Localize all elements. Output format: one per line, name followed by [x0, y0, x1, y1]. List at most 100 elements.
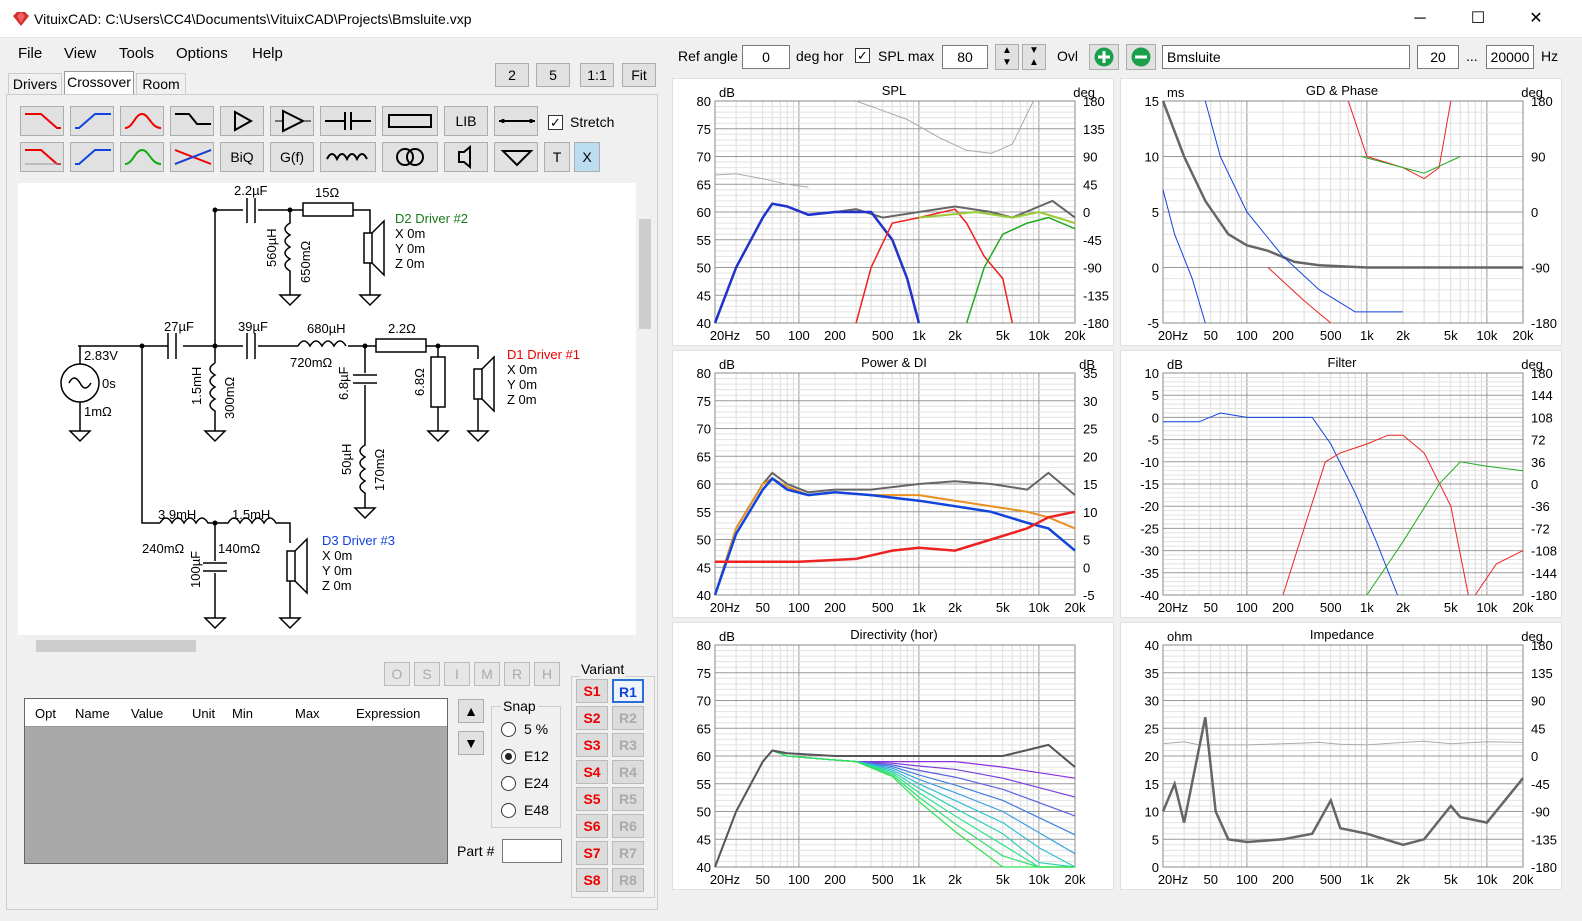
snap-e24-radio[interactable]	[501, 776, 516, 791]
schematic-canvas[interactable]: 2.2µF 15Ω 560µH 650mΩ D2 Driver #2 X 0m …	[18, 183, 636, 635]
variant-r1-button[interactable]: R1	[612, 679, 644, 703]
col-max[interactable]: Max	[295, 706, 320, 721]
highpass-1-button[interactable]	[70, 106, 114, 136]
highpass-2-button[interactable]	[70, 142, 114, 172]
spl-updown-button[interactable]: ▲ ▼	[995, 44, 1019, 70]
spl-max-input[interactable]: 80	[942, 45, 988, 69]
variant-r6-button[interactable]: R6	[612, 814, 644, 838]
resistor-button[interactable]	[382, 106, 438, 136]
bandpass-1-button[interactable]	[120, 106, 164, 136]
overlay-name-input[interactable]: Bmsluite	[1162, 45, 1410, 69]
spl-max-checkbox[interactable]: ✓	[855, 48, 870, 63]
col-min[interactable]: Min	[232, 706, 253, 721]
menu-options[interactable]: Options	[176, 45, 228, 62]
mode-h-button[interactable]: H	[534, 662, 560, 686]
menu-file[interactable]: File	[18, 45, 42, 62]
variant-s1-button[interactable]: S1	[576, 679, 608, 703]
freq-max-input[interactable]: 20000	[1486, 45, 1534, 69]
spl-limit-button[interactable]: ▼ ▲	[1022, 44, 1046, 70]
buffer-button[interactable]	[220, 106, 264, 136]
horizontal-scrollbar[interactable]	[18, 637, 636, 655]
inductor-button[interactable]	[320, 142, 376, 172]
shelf-button[interactable]	[170, 106, 214, 136]
chart-gd[interactable]: GD & Phase ms deg 15 10 5 0 -5 180 90 0 -90 -180 20Hz…	[1120, 78, 1562, 346]
mode-r-button[interactable]: R	[504, 662, 530, 686]
biquad-button[interactable]: BiQ	[220, 142, 264, 172]
variant-r7-button[interactable]: R7	[612, 841, 644, 865]
move-down-button[interactable]: ▼	[458, 731, 484, 755]
mode-s-button[interactable]: S	[414, 662, 440, 686]
tab-room[interactable]: Room	[136, 73, 186, 95]
text-button[interactable]: T	[544, 142, 570, 172]
lowpass-1-button[interactable]	[20, 106, 64, 136]
part-number-input[interactable]	[502, 839, 562, 863]
snap-e48-radio[interactable]	[501, 803, 516, 818]
opamp-button[interactable]	[270, 106, 314, 136]
mode-o-button[interactable]: O	[384, 662, 410, 686]
cross-button[interactable]: X	[574, 142, 600, 172]
variant-r5-button[interactable]: R5	[612, 787, 644, 811]
col-name[interactable]: Name	[75, 706, 110, 721]
chart-spl[interactable]: SPL dB deg 80 75 70 65 60 55 50 45 40 180 135 90 45 0 -45…	[672, 78, 1114, 346]
parameter-table[interactable]: Opt Name Value Unit Min Max Expression	[24, 698, 448, 864]
close-button[interactable]: ✕	[1526, 10, 1546, 28]
bandpass-2-button[interactable]	[120, 142, 164, 172]
col-value[interactable]: Value	[131, 706, 163, 721]
imp-rtick: 90	[1531, 694, 1545, 709]
zoom-1to1-button[interactable]: 1:1	[580, 63, 614, 87]
mode-i-button[interactable]: I	[444, 662, 470, 686]
chart-filter[interactable]: Filter dB deg 10 5 0 -5 -10 -15 -20 -25 -30 -35 -40 18…	[1120, 350, 1562, 618]
variant-s7-button[interactable]: S7	[576, 841, 608, 865]
variant-s5-button[interactable]: S5	[576, 787, 608, 811]
maximize-button[interactable]: ☐	[1468, 10, 1488, 28]
move-up-button[interactable]: ▲	[458, 699, 484, 723]
chart-dir[interactable]: Directivity (hor) dB 80 75 70 65 60 55 50 45 40 20H…	[672, 622, 1114, 890]
zoom-5-button[interactable]: 5	[536, 63, 570, 87]
col-expression[interactable]: Expression	[356, 706, 420, 721]
lowpass-2-button[interactable]	[20, 142, 64, 172]
label-r720: 720mΩ	[290, 355, 333, 370]
variant-s8-button[interactable]: S8	[576, 868, 608, 892]
tab-drivers[interactable]: Drivers	[8, 73, 62, 95]
stretch-checkbox[interactable]: ✓	[548, 115, 563, 130]
chart-imp[interactable]: Impedance ohm deg 40 35 30 25 20 15 10 5 0 180 135 90 4…	[1120, 622, 1562, 890]
gf-button[interactable]: G(f)	[270, 142, 314, 172]
spl-ytick: 65	[697, 177, 711, 192]
tab-crossover[interactable]: Crossover	[64, 71, 134, 95]
menu-help[interactable]: Help	[252, 45, 283, 62]
variant-s2-button[interactable]: S2	[576, 706, 608, 730]
menu-tools[interactable]: Tools	[119, 45, 154, 62]
snap-5pct-radio[interactable]	[501, 722, 516, 737]
zoom-2-button[interactable]: 2	[495, 63, 529, 87]
variant-r2-button[interactable]: R2	[612, 706, 644, 730]
variant-r3-button[interactable]: R3	[612, 733, 644, 757]
menu-view[interactable]: View	[64, 45, 96, 62]
remove-overlay-button[interactable]	[1126, 44, 1156, 70]
ground-button[interactable]	[494, 142, 538, 172]
variant-r8-button[interactable]: R8	[612, 868, 644, 892]
variant-s3-button[interactable]: S3	[576, 733, 608, 757]
library-button[interactable]: LIB	[444, 106, 488, 136]
zoom-fit-button[interactable]: Fit	[622, 63, 656, 87]
horizontal-scroll-thumb[interactable]	[36, 640, 196, 652]
col-opt[interactable]: Opt	[35, 706, 56, 721]
spl-ytick: 55	[697, 233, 711, 248]
minimize-button[interactable]: ─	[1410, 10, 1430, 28]
variant-r4-button[interactable]: R4	[612, 760, 644, 784]
wire-button[interactable]	[494, 106, 538, 136]
notch-button[interactable]	[170, 142, 214, 172]
snap-e12-radio[interactable]	[501, 749, 516, 764]
vertical-scroll-thumb[interactable]	[639, 219, 651, 329]
capacitor-button[interactable]	[320, 106, 376, 136]
variant-s6-button[interactable]: S6	[576, 814, 608, 838]
col-unit[interactable]: Unit	[192, 706, 215, 721]
transformer-button[interactable]	[382, 142, 438, 172]
mode-m-button[interactable]: M	[474, 662, 500, 686]
vertical-scrollbar[interactable]	[636, 183, 654, 635]
speaker-button[interactable]	[444, 142, 488, 172]
ref-angle-input[interactable]: 0	[742, 45, 790, 69]
freq-min-input[interactable]: 20	[1417, 45, 1459, 69]
chart-power[interactable]: Power & DI dB dB 80 75 70 65 60 55 50 45 40 35 30 25 20…	[672, 350, 1114, 618]
add-overlay-button[interactable]	[1089, 44, 1119, 70]
variant-s4-button[interactable]: S4	[576, 760, 608, 784]
